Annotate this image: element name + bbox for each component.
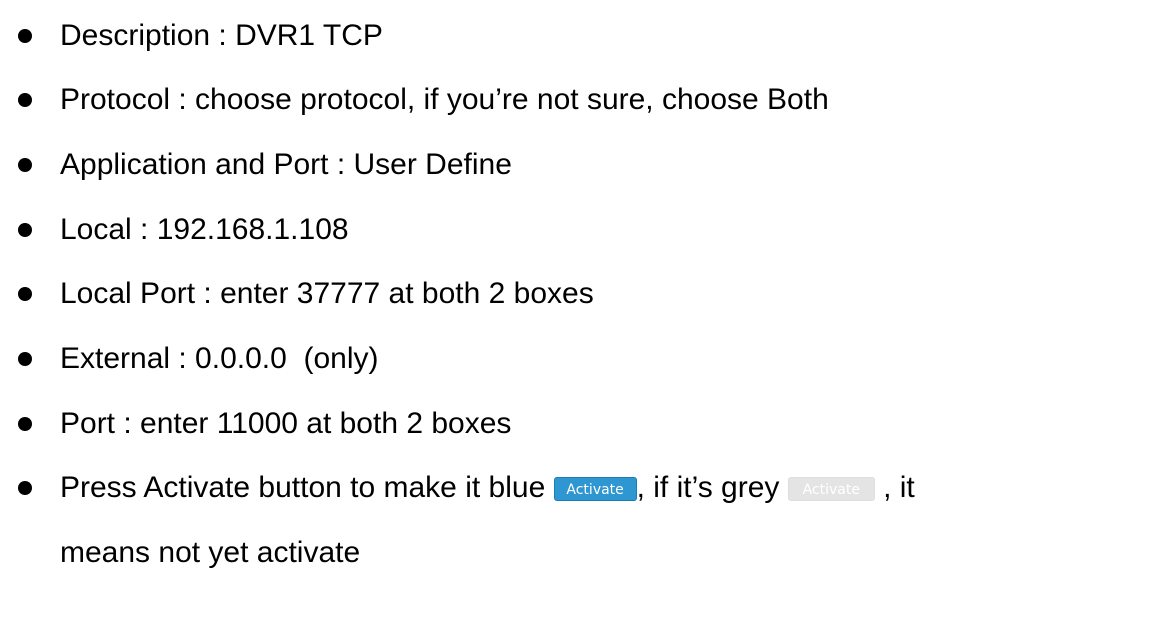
continuation-text: means not yet activate: [60, 536, 361, 569]
list-item-external: External : 0.0.0.0 (only): [0, 337, 1171, 381]
bullet-dot-icon: [18, 287, 32, 301]
list-item-local-port: Local Port : enter 37777 at both 2 boxes: [0, 272, 1171, 316]
activate-instruction-text-2: , if it’s grey: [636, 471, 788, 504]
bullet-dot-icon: [18, 481, 32, 495]
activate-instruction-text-3: , it: [874, 471, 915, 504]
list-item-text: External : 0.0.0.0 (only): [60, 342, 379, 375]
activate-button-blue[interactable]: Activate: [553, 477, 637, 501]
list-item-text: Protocol : choose protocol, if you’re no…: [60, 83, 829, 116]
activate-instruction-text: Press Activate button to make it blue: [60, 471, 554, 504]
bullet-dot-icon: [18, 158, 32, 172]
list-item-application-port: Application and Port : User Define: [0, 143, 1171, 187]
bullet-dot-icon: [18, 93, 32, 107]
list-item-text: Press Activate button to make it blue Ac…: [60, 466, 915, 510]
bullet-dot-icon: [18, 29, 32, 43]
list-item-text: Application and Port : User Define: [60, 148, 512, 181]
list-item-protocol: Protocol : choose protocol, if you’re no…: [0, 78, 1171, 122]
bullet-dot-icon: [18, 352, 32, 366]
list-item-activate: Press Activate button to make it blue Ac…: [0, 466, 1171, 510]
bullet-dot-icon: [18, 223, 32, 237]
bullet-dot-icon: [18, 417, 32, 431]
list-item-port: Port : enter 11000 at both 2 boxes: [0, 402, 1171, 446]
list-item-text: Local : 192.168.1.108: [60, 213, 349, 246]
list-item-text: Description : DVR1 TCP: [60, 19, 383, 52]
list-item-activate-continuation: means not yet activate: [0, 531, 1171, 575]
list-item-text: Port : enter 11000 at both 2 boxes: [60, 407, 512, 440]
list-item-local: Local : 192.168.1.108: [0, 208, 1171, 252]
activate-button-grey[interactable]: Activate: [787, 477, 875, 501]
list-item-text: Local Port : enter 37777 at both 2 boxes: [60, 277, 594, 310]
list-item-description: Description : DVR1 TCP: [0, 14, 1171, 58]
